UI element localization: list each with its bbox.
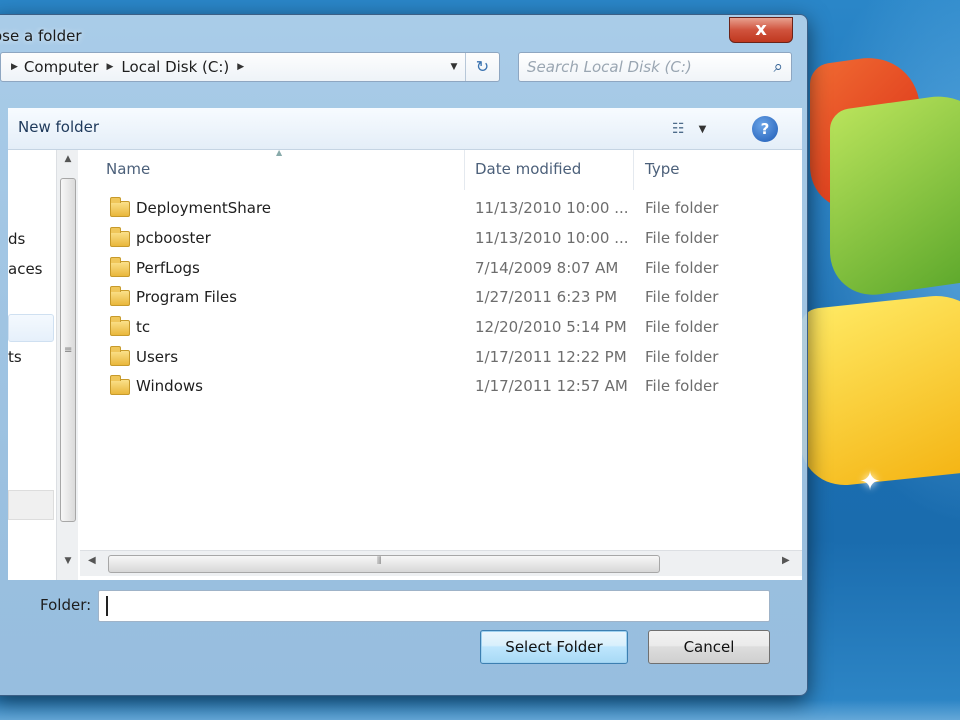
search-icon[interactable]: ⌕: [773, 57, 783, 77]
search-input[interactable]: Search Local Disk (C:) ⌕: [518, 52, 792, 82]
table-row[interactable]: Windows 1/17/2011 12:57 AM File folder: [80, 373, 802, 403]
folder-icon: [110, 286, 130, 306]
folder-field[interactable]: [98, 590, 770, 622]
file-type: File folder: [645, 348, 719, 366]
chevron-right-icon[interactable]: ▶: [107, 62, 114, 72]
nav-vertical-scrollbar[interactable]: ▲ ≡ ▼: [56, 150, 78, 580]
file-name: DeploymentShare: [136, 199, 272, 217]
chevron-right-icon[interactable]: ▶: [1, 62, 18, 72]
table-row[interactable]: tc 12/20/2010 5:14 PM File folder: [80, 314, 802, 344]
chevron-down-icon: ▼: [698, 123, 707, 135]
column-label-date: Date modified: [475, 160, 582, 178]
logo-green-pane: [830, 88, 960, 302]
sparkle-icon: ✦: [859, 467, 881, 497]
close-button[interactable]: x: [729, 17, 793, 43]
breadcrumb-computer[interactable]: Computer: [24, 58, 99, 76]
scroll-up-icon[interactable]: ▲: [57, 154, 79, 164]
nav-item-selected[interactable]: [8, 314, 54, 342]
select-folder-button[interactable]: Select Folder: [480, 630, 628, 664]
file-name: tc: [136, 318, 151, 336]
file-date: 1/27/2011 6:23 PM: [475, 288, 618, 306]
folder-icon: [110, 346, 130, 366]
search-placeholder: Search Local Disk (C:): [527, 58, 692, 76]
folder-icon: [110, 197, 130, 217]
file-type: File folder: [645, 229, 719, 247]
navigation-pane: ds aces ts ▲ ≡ ▼: [8, 150, 78, 580]
grip-icon: ≡: [64, 345, 73, 356]
file-type: File folder: [645, 377, 719, 395]
column-label-name: Name: [106, 160, 151, 178]
file-name: PerfLogs: [136, 259, 200, 277]
file-date: 1/17/2011 12:57 AM: [475, 377, 628, 395]
file-date: 1/17/2011 12:22 PM: [475, 348, 627, 366]
column-header-date[interactable]: Date modified: [466, 150, 634, 190]
change-view-button[interactable]: ☷ ▼: [668, 116, 724, 142]
nav-item-lower[interactable]: [8, 490, 54, 520]
grip-icon: ⦀: [377, 556, 382, 567]
horizontal-scrollbar[interactable]: ◀ ⦀ ▶: [80, 550, 802, 576]
folder-icon: [110, 375, 130, 395]
file-name: pcbooster: [136, 229, 211, 247]
windows-logo: [790, 40, 960, 500]
table-row[interactable]: pcbooster 11/13/2010 10:00 ... File fold…: [80, 225, 802, 255]
column-header-type[interactable]: Type: [636, 150, 802, 190]
logo-yellow-pane: [800, 290, 960, 490]
help-icon[interactable]: ?: [752, 116, 778, 142]
file-date: 11/13/2010 10:00 ...: [475, 199, 629, 217]
file-type: File folder: [645, 199, 719, 217]
file-type: File folder: [645, 318, 719, 336]
breadcrumb-local-disk[interactable]: Local Disk (C:): [113, 58, 229, 76]
scroll-right-icon[interactable]: ▶: [782, 555, 790, 566]
nav-item-downloads[interactable]: ds: [8, 230, 25, 248]
table-row[interactable]: PerfLogs 7/14/2009 8:07 AM File folder: [80, 255, 802, 285]
nav-item-documents[interactable]: ts: [8, 348, 22, 366]
column-label-type: Type: [645, 160, 680, 178]
chevron-right-icon[interactable]: ▶: [237, 62, 244, 72]
table-row[interactable]: Users 1/17/2011 12:22 PM File folder: [80, 344, 802, 374]
file-type: File folder: [645, 259, 719, 277]
folder-icon: [110, 316, 130, 336]
nav-item-recent-places[interactable]: aces: [8, 260, 42, 278]
scroll-down-icon[interactable]: ▼: [57, 556, 79, 566]
content-area: ds aces ts ▲ ≡ ▼ Name ▲ Date modified Ty…: [8, 148, 802, 580]
folder-label: Folder:: [40, 596, 92, 614]
table-row[interactable]: Program Files 1/27/2011 6:23 PM File fol…: [80, 284, 802, 314]
file-name: Users: [136, 348, 179, 366]
address-bar[interactable]: ▶ Computer ▶ Local Disk (C:) ▶ ▼ ↻: [0, 52, 500, 82]
file-date: 12/20/2010 5:14 PM: [475, 318, 627, 336]
file-date: 11/13/2010 10:00 ...: [475, 229, 629, 247]
new-folder-button[interactable]: New folder: [18, 118, 99, 136]
address-row: ▶ Computer ▶ Local Disk (C:) ▶ ▼ ↻ Searc…: [0, 50, 960, 84]
table-row[interactable]: DeploymentShare 11/13/2010 10:00 ... Fil…: [80, 195, 802, 225]
window-title: ose a folder: [0, 27, 82, 45]
scroll-thumb[interactable]: ⦀: [108, 555, 660, 573]
details-view-icon: ☷: [672, 121, 685, 137]
column-header-name[interactable]: Name ▲: [80, 148, 465, 190]
file-name: Program Files: [136, 288, 237, 306]
file-list: Name ▲ Date modified Type DeploymentShar…: [80, 148, 802, 580]
chevron-down-icon[interactable]: ▼: [443, 53, 465, 81]
text-caret: [106, 596, 108, 616]
file-date: 7/14/2009 8:07 AM: [475, 259, 619, 277]
folder-icon: [110, 227, 130, 247]
scroll-thumb[interactable]: ≡: [60, 178, 76, 522]
cancel-button[interactable]: Cancel: [648, 630, 770, 664]
file-type: File folder: [645, 288, 719, 306]
refresh-icon[interactable]: ↻: [465, 53, 499, 81]
file-name: Windows: [136, 377, 203, 395]
sort-ascending-icon: ▲: [276, 148, 283, 157]
toolbar: New folder ☷ ▼ ?: [8, 108, 802, 150]
scroll-left-icon[interactable]: ◀: [88, 555, 96, 566]
taskbar-edge: [0, 700, 960, 720]
folder-icon: [110, 257, 130, 277]
